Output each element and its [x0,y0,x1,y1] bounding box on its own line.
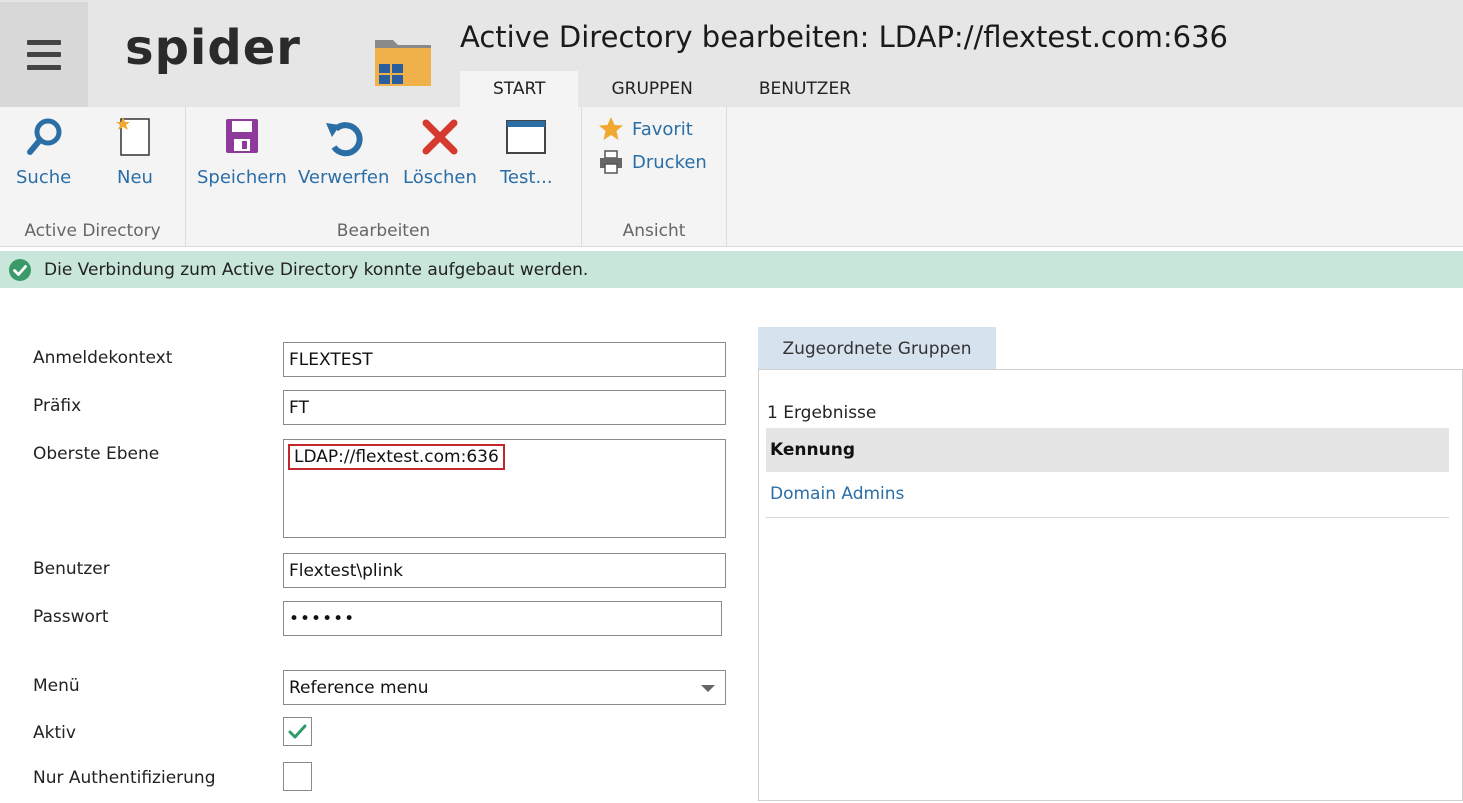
aktiv-checkbox[interactable] [283,717,312,746]
delete-icon [422,119,458,155]
praefix-input[interactable]: FT [283,390,726,425]
undo-icon [325,122,363,157]
benutzer-label: Benutzer [33,559,110,579]
tab-zugeordnete-gruppen[interactable]: Zugeordnete Gruppen [758,327,996,370]
printer-icon [600,150,622,174]
tab-gruppen[interactable]: GRUPPEN [578,71,725,107]
app-logo: spider [125,20,301,76]
row-divider [766,517,1449,518]
ribbon-group-ansicht: Favorit Drucken Ansicht [582,107,727,247]
new-document-icon [116,117,150,156]
favorite-button[interactable]: Favorit [598,116,693,142]
hamburger-icon [27,39,61,70]
result-count: 1 Ergebnisse [767,403,877,423]
assigned-groups-panel: 1 Ergebnisse Kennung Domain Admins [758,369,1463,801]
aktiv-label: Aktiv [33,723,76,743]
anmeldekontext-label: Anmeldekontext [33,348,173,368]
menu-button[interactable] [0,2,88,107]
save-icon [225,119,258,153]
ribbon-group-label: Ansicht [622,221,686,241]
app-header: spider Active Directory bearbeiten: LDAP… [0,0,1463,107]
ribbon-group-label: Bearbeiten [336,221,431,241]
star-icon [599,117,623,140]
menu-label: Menü [33,676,80,696]
ribbon-group-active-directory: Suche Neu Active Directory [0,107,186,247]
save-button-label: Speichern [197,167,287,188]
test-button[interactable]: Test... [500,115,553,188]
favorite-button-label: Favorit [632,118,693,140]
status-message-bar: Die Verbindung zum Active Directory konn… [0,251,1463,288]
oberste-ebene-textarea[interactable]: LDAP://flextest.com:636 [283,439,726,538]
ribbon-group-bearbeiten: Speichern Verwerfen Löschen Test... Bear… [186,107,582,247]
window-icon [506,120,547,154]
new-button[interactable]: Neu [113,115,157,188]
menu-select-value: Reference menu [289,677,429,698]
discard-button-label: Verwerfen [298,167,390,188]
benutzer-input[interactable]: Flextest\plink [283,553,726,588]
nur-auth-label: Nur Authentifizierung [33,768,216,788]
ribbon-toolbar: Suche Neu Active Directory Speichern Ver… [0,107,1463,247]
page-title: Active Directory bearbeiten: LDAP://flex… [460,20,1228,54]
folder-icon [375,40,431,86]
passwort-input[interactable]: •••••• [283,601,722,636]
discard-button[interactable]: Verwerfen [298,115,389,188]
delete-button[interactable]: Löschen [403,115,477,188]
passwort-label: Passwort [33,607,109,627]
checkmark-icon [288,724,307,739]
ribbon-group-label: Active Directory [24,221,161,241]
search-button[interactable]: Suche [16,115,71,188]
tab-benutzer[interactable]: BENUTZER [726,71,884,107]
test-button-label: Test... [500,167,553,188]
anmeldekontext-input[interactable]: FLEXTEST [283,342,726,377]
search-icon [26,118,62,155]
tab-bar: START GRUPPEN BENUTZER [460,71,884,107]
oberste-ebene-label: Oberste Ebene [33,444,160,464]
search-button-label: Suche [16,167,72,188]
tab-start[interactable]: START [460,71,579,107]
menu-select[interactable]: Reference menu [283,670,726,705]
new-button-label: Neu [117,167,153,188]
status-text: Die Verbindung zum Active Directory konn… [44,259,589,280]
oberste-ebene-value: LDAP://flextest.com:636 [288,444,505,470]
nur-auth-checkbox[interactable] [283,762,312,791]
check-circle-icon [9,258,31,281]
table-row[interactable]: Domain Admins [770,484,904,504]
print-button[interactable]: Drucken [598,149,707,175]
chevron-down-icon [701,685,715,692]
print-button-label: Drucken [632,151,707,173]
praefix-label: Präfix [33,396,82,416]
save-button[interactable]: Speichern [197,115,287,188]
delete-button-label: Löschen [403,167,477,188]
column-header-kennung[interactable]: Kennung [766,428,1449,472]
